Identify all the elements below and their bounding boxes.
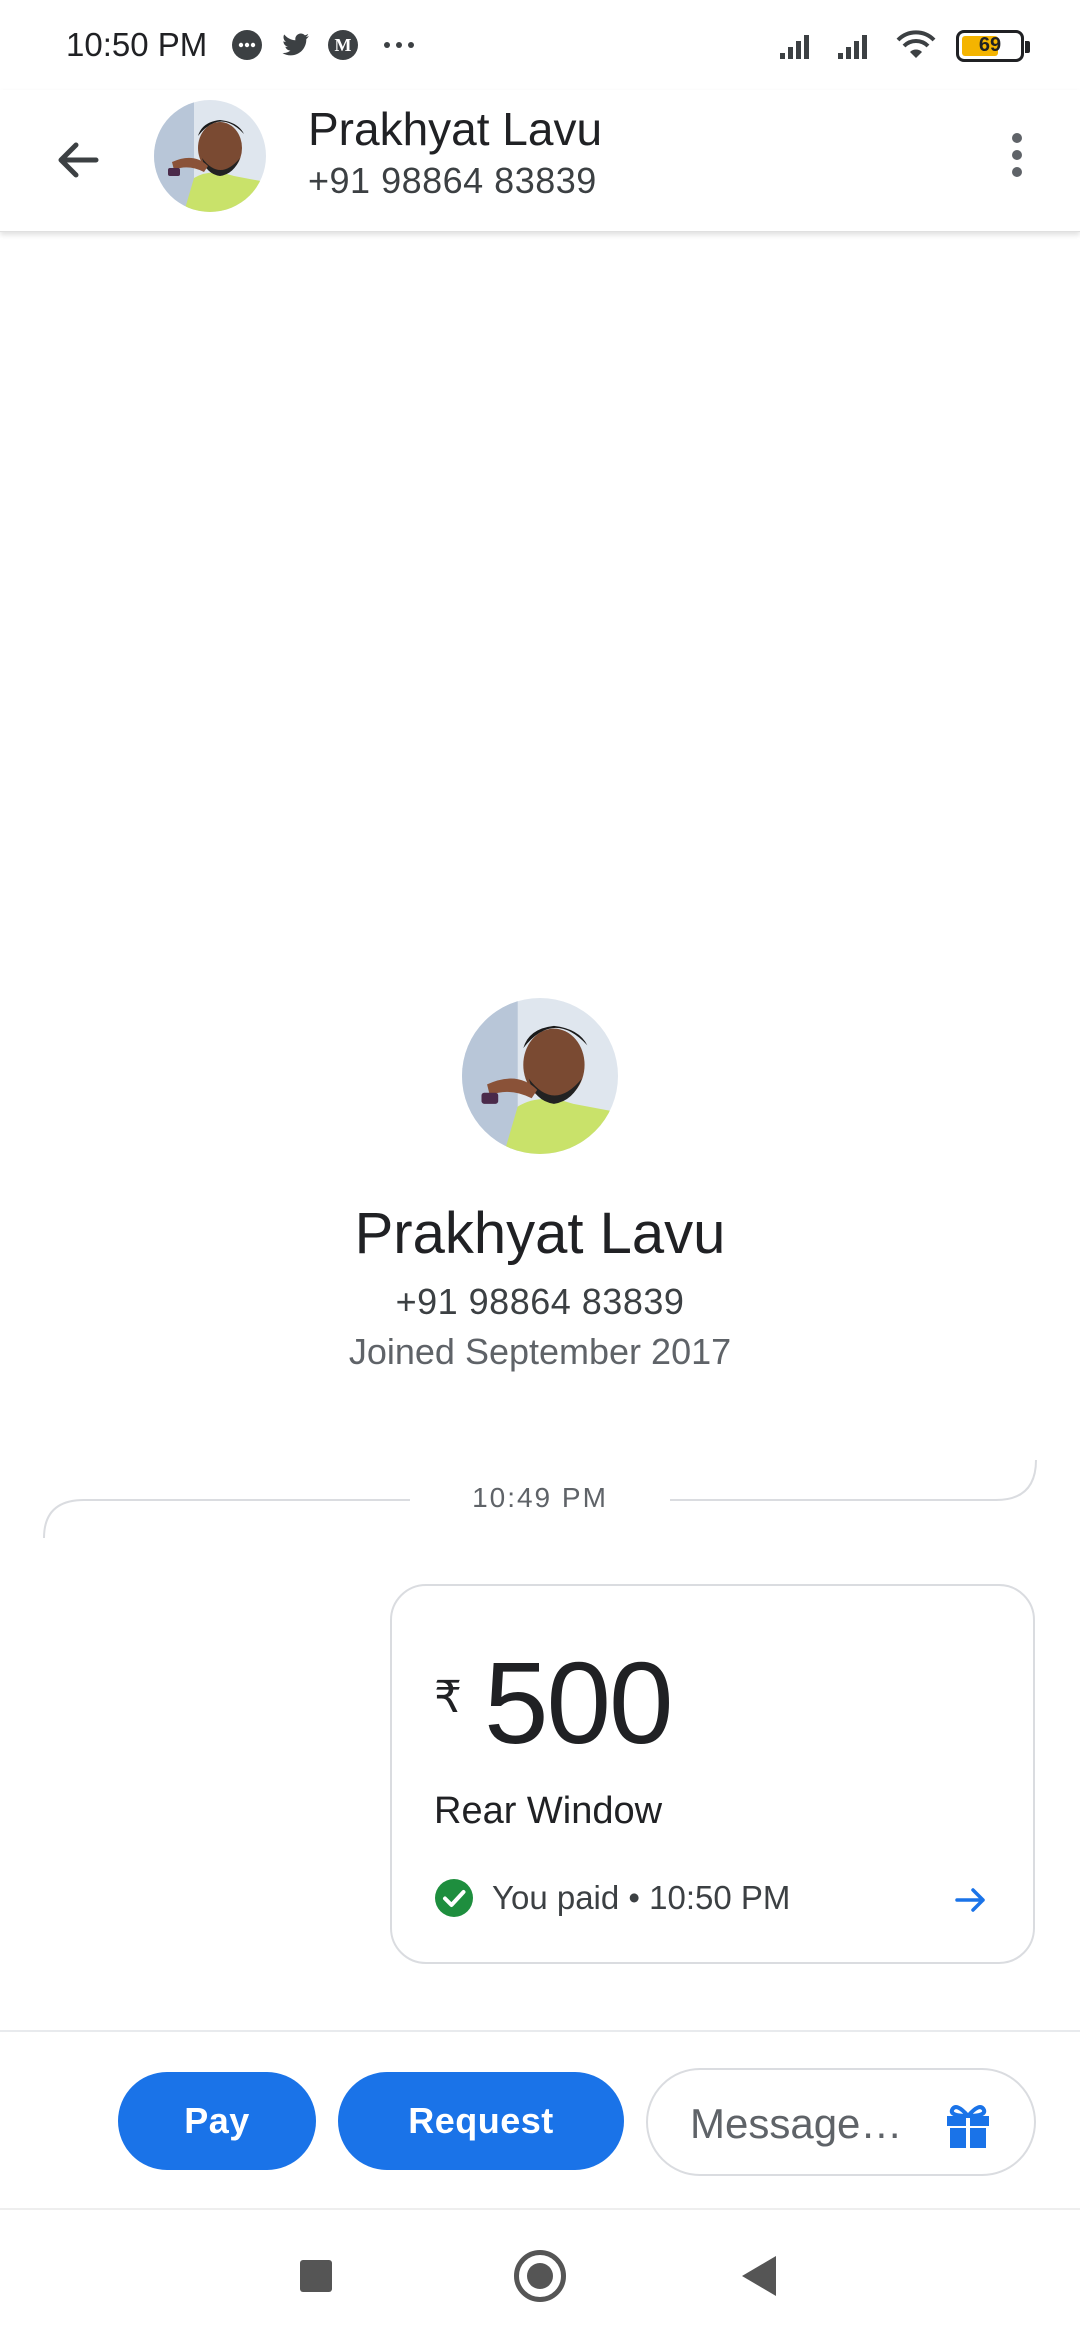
message-input[interactable]: Message… — [646, 2068, 1036, 2176]
medium-icon: M — [328, 30, 358, 60]
contact-phone: +91 98864 83839 — [308, 160, 597, 201]
chat-bubble-icon — [232, 30, 262, 60]
more-notifications-icon — [384, 42, 414, 48]
gift-icon[interactable] — [942, 2100, 994, 2152]
signal-icon — [838, 35, 867, 59]
contact-name: Prakhyat Lavu — [308, 103, 603, 155]
battery-level: 69 — [978, 34, 1002, 56]
currency-symbol: ₹ — [434, 1673, 462, 1722]
arrow-forward-icon[interactable] — [951, 1880, 991, 1920]
more-vert-icon[interactable] — [982, 120, 1052, 190]
home-button[interactable] — [514, 2250, 566, 2302]
payment-amount: 500 — [484, 1638, 674, 1768]
profile-joined-date: Joined September 2017 — [348, 1331, 732, 1372]
contact-avatar[interactable] — [154, 100, 266, 212]
status-bar: 10:50 PM M 69 — [0, 0, 1080, 90]
system-icons: 69 — [778, 30, 1030, 62]
back-button[interactable] — [742, 2256, 776, 2296]
payment-note: Rear Window — [434, 1790, 663, 1832]
payment-status: You paid • 10:50 PM — [434, 1878, 790, 1918]
request-button[interactable]: Request — [338, 2072, 624, 2170]
svg-text:M: M — [335, 35, 352, 55]
signal-icon — [780, 35, 809, 59]
message-placeholder: Message… — [690, 2100, 903, 2147]
check-circle-icon — [435, 1879, 473, 1917]
pay-button[interactable]: Pay — [118, 2072, 316, 2170]
profile-phone: +91 98864 83839 — [395, 1281, 685, 1322]
recents-button[interactable] — [300, 2260, 332, 2292]
timeline-time: 10:49 PM — [472, 1482, 608, 1513]
action-bar: Pay Request Message… — [0, 2030, 1080, 2210]
payment-card[interactable]: ₹ 500 Rear Window You paid • 10:50 PM — [390, 1584, 1035, 1964]
payment-status-text: You paid • 10:50 PM — [492, 1879, 791, 1916]
battery-icon: 69 — [956, 30, 1030, 62]
profile-avatar — [462, 998, 618, 1154]
app-header: Prakhyat Lavu +91 98864 83839 — [0, 90, 1080, 232]
notification-icons: M — [230, 28, 418, 62]
profile-name: Prakhyat Lavu — [354, 1201, 726, 1266]
wifi-icon — [896, 30, 936, 58]
arrow-back-icon[interactable] — [46, 128, 110, 192]
twitter-icon — [282, 33, 309, 56]
status-time: 10:50 PM — [66, 26, 208, 63]
system-nav-bar — [0, 2212, 1080, 2340]
